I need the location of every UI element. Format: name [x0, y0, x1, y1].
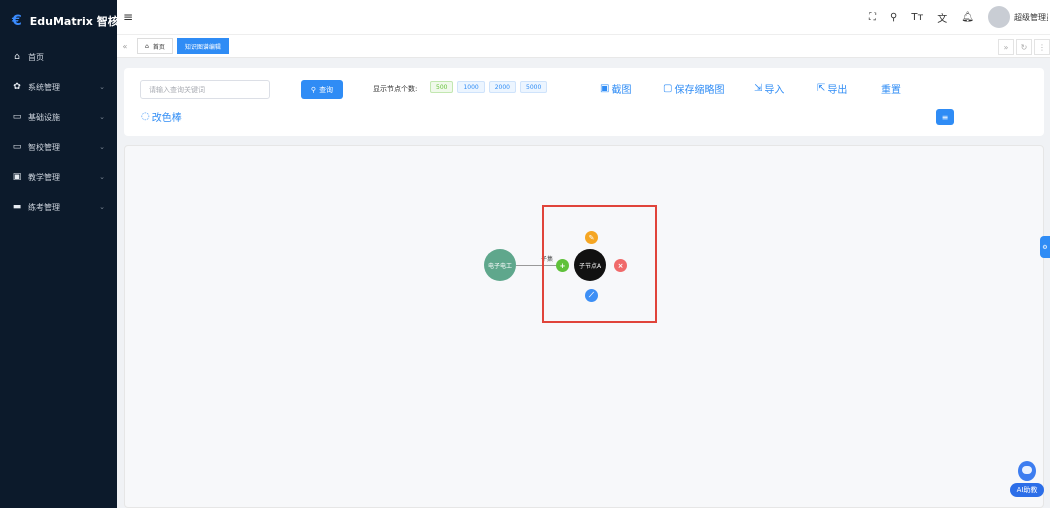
tab-knowledge-graph-edit[interactable]: 知识图谱编辑 — [176, 38, 229, 54]
knowledge-graph: 子集 电子电工 子节点A + ✎ × ⟋ — [125, 146, 1045, 508]
sidebar-item-label: 首页 — [28, 52, 44, 62]
sidebar-item-label: 系统管理 — [28, 82, 60, 92]
search-button[interactable]: ⚲ 查询 — [301, 80, 343, 99]
calendar-icon: ▣ — [12, 172, 22, 182]
sidebar: € EduMatrix 智核 ⌂ 首页 ✿ 系统管理 ⌄ ▭ 基础设施 ⌄ ▭ … — [0, 0, 119, 508]
fullscreen-icon[interactable]: ⛶ — [869, 12, 876, 23]
avatar[interactable] — [988, 6, 1010, 28]
import-icon: ⇲ — [754, 83, 763, 94]
gear-icon: ✿ — [13, 82, 21, 92]
username[interactable]: 超级管理员 — [1014, 12, 1048, 23]
logo-icon: € — [12, 13, 22, 29]
palette-button[interactable]: ◌ 改色棒 — [141, 109, 182, 124]
search-icon: ⚲ — [310, 86, 317, 94]
sidebar-item-label: 基础设施 — [28, 112, 60, 122]
chevron-down-icon: ⌄ — [99, 203, 105, 211]
hamburger-menu-icon[interactable]: ≡ — [123, 10, 133, 24]
sidebar-item-exam[interactable]: ▬ 练考管理 ⌄ — [0, 192, 117, 222]
import-label: 导入 — [764, 85, 785, 96]
monitor-icon: ▭ — [12, 112, 22, 122]
tab-label: 首页 — [152, 43, 165, 51]
menu-toggle-button[interactable]: ≡ — [936, 109, 954, 125]
save-thumbnail-button[interactable]: ▢ 保存缩略图 — [663, 81, 724, 96]
chevron-down-icon: ⌄ — [99, 143, 105, 151]
list-icon: ≡ — [941, 112, 949, 122]
sidebar-item-label: 教学管理 — [28, 172, 60, 182]
export-button[interactable]: ⇱ 导出 — [817, 81, 847, 96]
palette-icon: ◌ — [141, 111, 150, 122]
node-count-2000[interactable]: 2000 — [488, 81, 517, 93]
tab-label: 知识图谱编辑 — [184, 43, 221, 51]
tabs-controls: » ↻ ⋮ — [996, 35, 1050, 59]
export-icon: ⇱ — [817, 83, 826, 94]
bell-icon[interactable]: 🔔︎ — [961, 12, 974, 23]
search-button-label: 查询 — [319, 86, 334, 94]
sidebar-item-system[interactable]: ✿ 系统管理 ⌄ — [0, 72, 117, 102]
font-size-icon[interactable]: Tт — [911, 12, 923, 23]
chevron-down-icon: ⌄ — [99, 173, 105, 181]
highlight-box — [542, 205, 657, 323]
reset-button[interactable]: 重置 — [881, 81, 901, 96]
app-root: € EduMatrix 智核 ⌂ 首页 ✿ 系统管理 ⌄ ▭ 基础设施 ⌄ ▭ … — [0, 0, 1050, 508]
sidebar-item-home[interactable]: ⌂ 首页 — [0, 42, 117, 72]
export-label: 导出 — [827, 85, 848, 96]
reset-label: 重置 — [881, 85, 901, 96]
palette-label: 改色棒 — [151, 113, 182, 124]
home-icon: ⌂ — [14, 52, 20, 62]
chevron-down-icon: ⌄ — [99, 83, 105, 91]
screenshot-button[interactable]: ▣ 截图 — [600, 81, 631, 96]
robot-icon — [1018, 461, 1036, 481]
chevron-down-icon: ⌄ — [99, 113, 105, 121]
save-thumbnail-label: 保存缩略图 — [674, 85, 725, 96]
sidebar-item-label: 智校管理 — [28, 142, 60, 152]
tabs-bar: « ⌂ 首页 知识图谱编辑 » ↻ ⋮ — [117, 34, 1050, 58]
node-count-500[interactable]: 500 — [430, 81, 454, 93]
save-icon: ▢ — [663, 83, 673, 94]
node-count-options: 500 1000 2000 5000 — [430, 81, 548, 93]
screenshot-label: 截图 — [611, 85, 632, 96]
search-input[interactable] — [140, 80, 270, 99]
logo[interactable]: € EduMatrix 智核 — [0, 0, 119, 42]
graph-canvas[interactable]: 子集 电子电工 子节点A + ✎ × ⟋ — [124, 145, 1044, 508]
import-button[interactable]: ⇲ 导入 — [754, 81, 784, 96]
top-header: ≡ ⛶ ⚲ Tт 文 🔔︎ 超级管理员 — [117, 0, 1050, 34]
node-count-1000[interactable]: 1000 — [457, 81, 485, 93]
graph-toolbar: ⚲ 查询 显示节点个数: 500 1000 2000 5000 ▣ 截图 ▢ 保… — [124, 68, 1044, 136]
more-icon[interactable]: ⋮ — [1034, 39, 1050, 55]
sidebar-item-smart-school[interactable]: ▭ 智校管理 ⌄ — [0, 132, 117, 162]
node-count-label: 显示节点个数: — [373, 85, 418, 93]
sidebar-item-teaching[interactable]: ▣ 教学管理 ⌄ — [0, 162, 117, 192]
image-icon: ▣ — [600, 83, 610, 94]
keyboard-icon: ▬ — [12, 202, 22, 212]
monitor-icon: ▭ — [12, 142, 22, 152]
side-drawer-tab[interactable]: ⚙ — [1040, 236, 1050, 258]
settings-icon: ⚙ — [1042, 243, 1048, 251]
tab-home[interactable]: ⌂ 首页 — [137, 38, 173, 54]
sidebar-item-infrastructure[interactable]: ▭ 基础设施 ⌄ — [0, 102, 117, 132]
home-icon: ⌂ — [145, 42, 149, 50]
sidebar-item-label: 练考管理 — [28, 202, 60, 212]
translate-icon[interactable]: 文 — [937, 10, 947, 25]
node-count-5000[interactable]: 5000 — [520, 81, 548, 93]
refresh-icon[interactable]: ↻ — [1016, 39, 1032, 55]
tabs-scroll-left-icon[interactable]: « — [117, 42, 133, 51]
logo-text: EduMatrix 智核 — [29, 15, 119, 28]
ai-assistant-label: AI助教 — [1010, 483, 1044, 497]
graph-node-main[interactable]: 电子电工 — [484, 249, 516, 281]
search-icon[interactable]: ⚲ — [890, 12, 897, 23]
tabs-scroll-right-icon[interactable]: » — [998, 39, 1014, 55]
header-actions: ⛶ ⚲ Tт 文 🔔︎ 超级管理员 — [869, 0, 1050, 34]
ai-assistant-button[interactable]: AI助教 — [1008, 461, 1046, 499]
